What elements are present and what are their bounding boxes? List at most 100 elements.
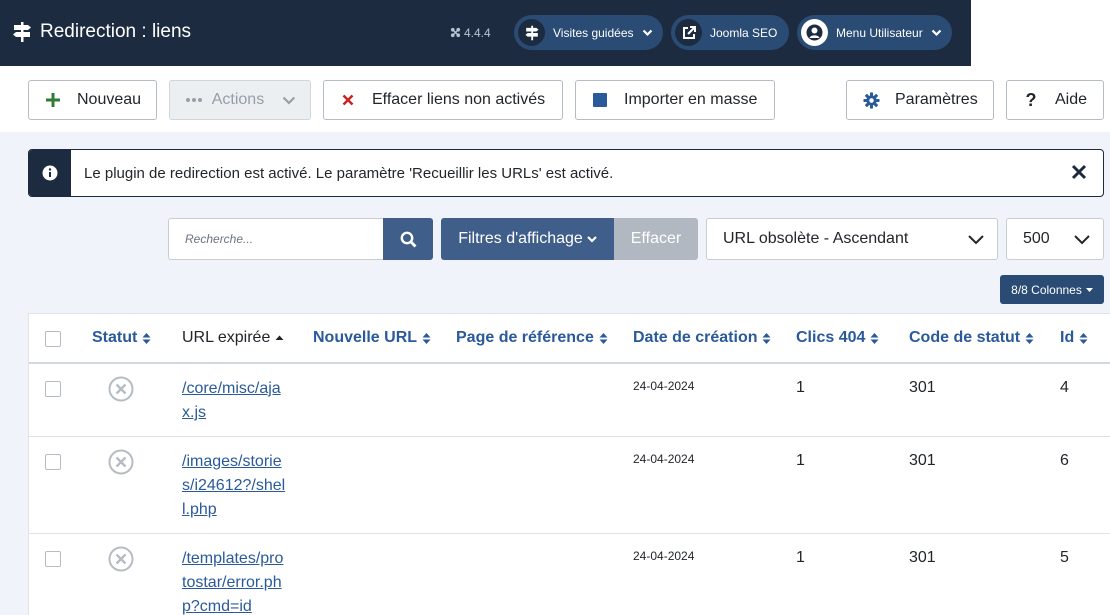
guided-tours-label: Visites guidées <box>553 25 634 40</box>
clear-inactive-links-button[interactable]: Effacer liens non activés <box>323 80 563 120</box>
sort-icon <box>762 332 771 344</box>
sort-icon <box>142 332 151 344</box>
column-header-status-code[interactable]: Code de statut <box>909 329 1034 347</box>
chevron-down-icon <box>968 235 984 245</box>
hits-cell: 1 <box>796 452 805 469</box>
joomla-seo-button[interactable]: Joomla SEO <box>671 15 789 50</box>
column-header-status[interactable]: Statut <box>92 329 151 347</box>
info-alert: Le plugin de redirection est activé. Le … <box>28 149 1104 197</box>
question-icon: ? <box>1025 89 1037 110</box>
status-code-cell: 301 <box>909 549 936 566</box>
signpost-icon <box>13 22 31 42</box>
id-cell: 4 <box>1060 379 1069 396</box>
search-icon <box>400 231 416 247</box>
new-button-label: Nouveau <box>77 91 142 108</box>
row-checkbox[interactable] <box>45 454 61 470</box>
close-icon[interactable] <box>1069 161 1089 183</box>
bulk-import-button[interactable]: Importer en masse <box>575 80 775 120</box>
sort-icon <box>422 332 431 344</box>
help-button[interactable]: ? Aide <box>1006 80 1104 120</box>
column-header-label: URL expirée <box>182 329 271 346</box>
row-checkbox[interactable] <box>45 551 61 567</box>
column-header-old-url[interactable]: URL expirée <box>182 329 284 347</box>
toolbar: Nouveau Actions Effacer liens non activé… <box>0 66 1110 132</box>
limit-value: 500 <box>1023 230 1050 247</box>
version-number: 4.4.4 <box>464 26 491 40</box>
joomla-icon <box>450 27 461 38</box>
sort-icon <box>1079 332 1088 344</box>
old-url-link[interactable]: /images/stories/i24612?/shell.php <box>182 450 286 522</box>
user-menu-button[interactable]: Menu Utilisateur <box>797 15 952 50</box>
limit-select[interactable]: 500 <box>1006 218 1104 260</box>
created-date-cell: 24-04-2024 <box>633 379 695 393</box>
actions-button-label: Actions <box>211 91 265 108</box>
plus-icon <box>43 93 63 107</box>
status-code-cell: 301 <box>909 452 936 469</box>
old-url-link[interactable]: /templates/protostar/error.php?cmd=id <box>182 547 286 615</box>
column-header-referer[interactable]: Page de référence <box>456 329 608 347</box>
column-header-label: Id <box>1060 329 1075 346</box>
search-input[interactable] <box>168 218 384 260</box>
user-menu-label: Menu Utilisateur <box>836 25 923 40</box>
version-label: 4.4.4 <box>450 26 491 40</box>
bulk-import-label: Importer en masse <box>624 91 758 108</box>
column-header-hits[interactable]: Clics 404 <box>796 329 879 347</box>
column-header-new-url[interactable]: Nouvelle URL <box>313 329 431 347</box>
page-title: Redirection : liens <box>40 21 192 42</box>
actions-button[interactable]: Actions <box>169 80 311 120</box>
header-divider <box>29 362 1110 364</box>
help-label: Aide <box>1055 91 1088 108</box>
ordering-value: URL obsolète - Ascendant <box>723 230 909 247</box>
options-button[interactable]: Paramètres <box>846 80 994 120</box>
user-circle-icon <box>801 19 828 46</box>
column-header-label: Clics 404 <box>796 329 866 346</box>
times-icon <box>338 94 358 106</box>
chevron-down-icon <box>282 96 296 105</box>
chevron-down-icon <box>931 29 941 36</box>
joomla-seo-label: Joomla SEO <box>710 25 778 40</box>
id-cell: 5 <box>1060 549 1069 566</box>
info-icon <box>29 150 71 196</box>
status-code-cell: 301 <box>909 379 936 396</box>
chevron-down-icon <box>587 235 597 243</box>
times-circle-icon[interactable] <box>108 546 134 572</box>
new-button[interactable]: Nouveau <box>28 80 157 120</box>
filter-options-button[interactable]: Filtres d'affichage <box>441 218 614 260</box>
external-link-icon <box>675 19 702 46</box>
old-url-link[interactable]: /core/misc/ajax.js <box>182 377 286 425</box>
created-date-cell: 24-04-2024 <box>633 452 695 466</box>
chevron-down-icon <box>642 29 652 36</box>
row-divider <box>29 533 1110 534</box>
redirect-links-table: Statut URL expirée Nouvelle URL Page de … <box>28 313 1110 615</box>
clear-filters-label: Effacer <box>630 230 682 247</box>
clear-inactive-links-label: Effacer liens non activés <box>372 91 546 108</box>
header-blank-area <box>971 0 1110 66</box>
column-header-label: Nouvelle URL <box>313 329 418 346</box>
columns-toggle-button[interactable]: 8/8 Colonnes <box>1000 275 1104 304</box>
times-circle-icon[interactable] <box>108 449 134 475</box>
row-checkbox[interactable] <box>45 381 61 397</box>
caret-down-icon <box>1085 287 1093 292</box>
ellipsis-icon <box>184 98 204 102</box>
guided-tours-button[interactable]: Visites guidées <box>514 15 663 50</box>
ordering-select[interactable]: URL obsolète - Ascendant <box>706 218 998 260</box>
search-button[interactable] <box>383 218 433 260</box>
clear-filters-button[interactable]: Effacer <box>614 218 698 260</box>
column-header-label: Page de référence <box>456 329 594 346</box>
select-all-checkbox[interactable] <box>45 331 61 347</box>
signpost-icon <box>518 19 545 46</box>
column-header-created[interactable]: Date de création <box>633 329 771 347</box>
column-header-id[interactable]: Id <box>1060 329 1088 347</box>
filter-options-label: Filtres d'affichage <box>458 230 583 247</box>
gear-icon <box>861 91 881 109</box>
hits-cell: 1 <box>796 379 805 396</box>
sort-ascending-icon <box>275 335 284 340</box>
sort-icon <box>870 332 879 344</box>
alert-message: Le plugin de redirection est activé. Le … <box>84 165 614 182</box>
times-circle-icon[interactable] <box>108 376 134 402</box>
options-label: Paramètres <box>895 91 978 108</box>
hits-cell: 1 <box>796 549 805 566</box>
chevron-down-icon <box>1074 235 1090 245</box>
row-divider <box>29 436 1110 437</box>
columns-label: 8/8 Colonnes <box>1011 282 1082 297</box>
